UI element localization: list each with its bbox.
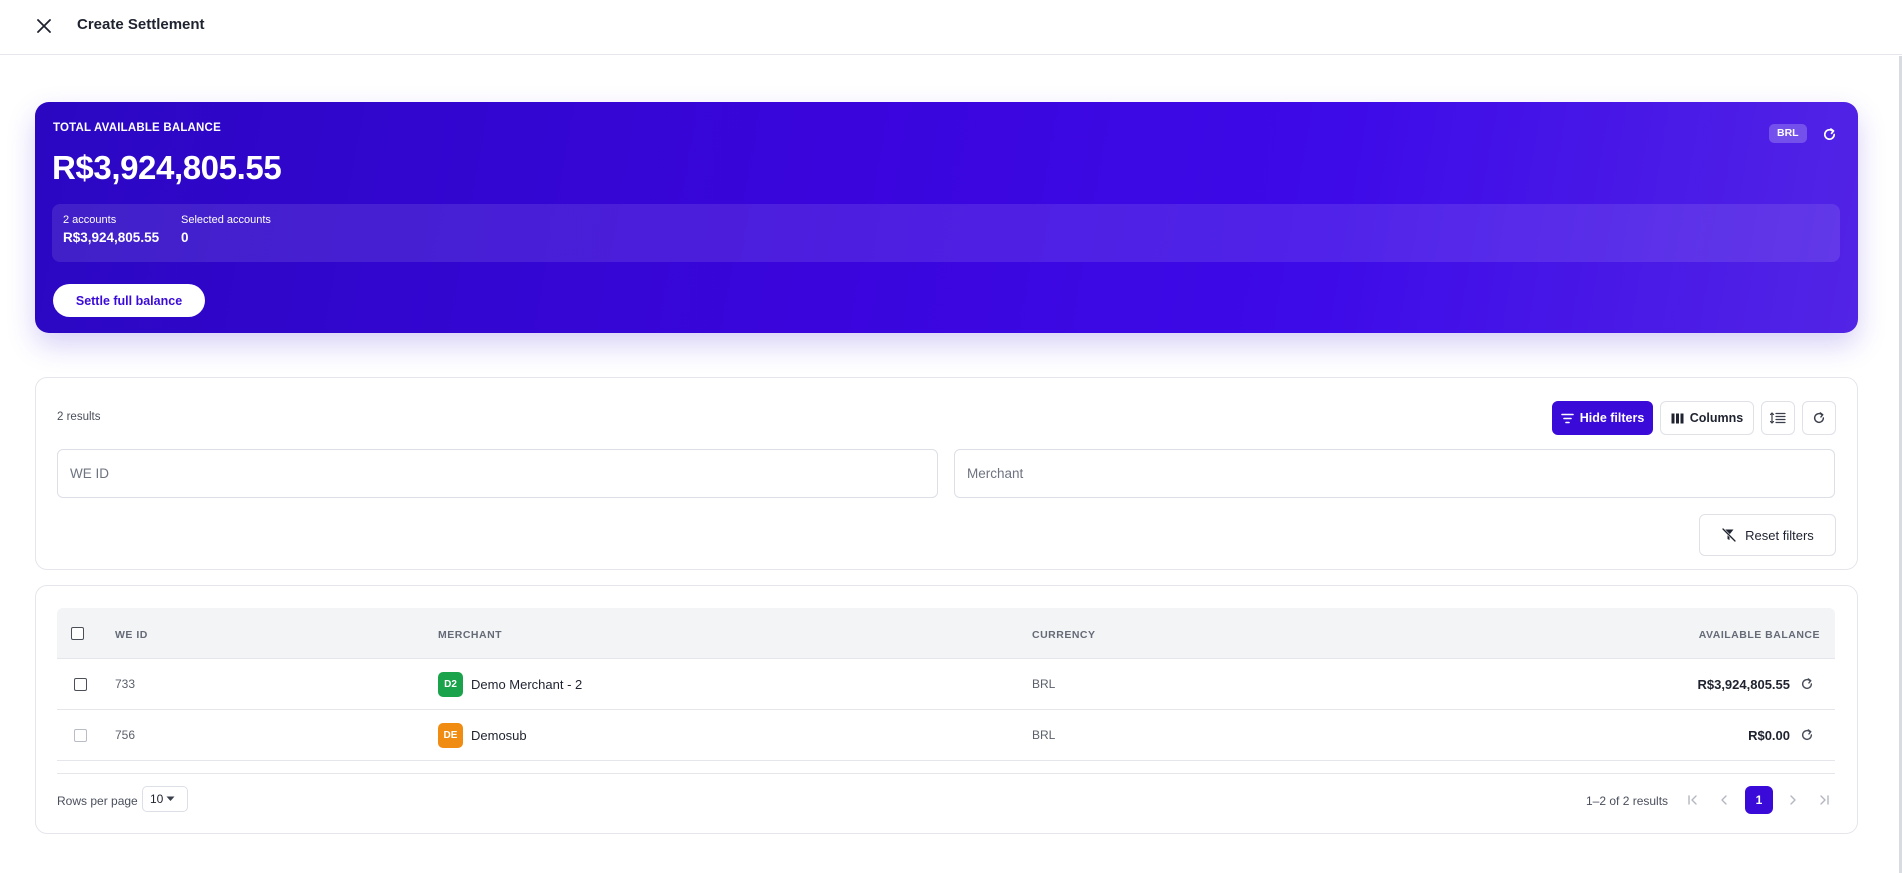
- chevron-left-icon: [1721, 795, 1727, 805]
- page-title: Create Settlement: [77, 16, 205, 33]
- table-row[interactable]: 756 DE Demosub BRL R$0.00: [57, 710, 1835, 761]
- balance-label: TOTAL AVAILABLE BALANCE: [53, 122, 221, 134]
- select-all-checkbox[interactable]: [71, 627, 84, 640]
- row-currency: BRL: [1032, 728, 1056, 742]
- next-page-button[interactable]: [1782, 789, 1804, 811]
- row-we-id: 733: [115, 677, 136, 691]
- table-row[interactable]: 733 D2 Demo Merchant - 2 BRL R$3,924,805…: [57, 659, 1835, 710]
- rows-per-page-select[interactable]: 10: [142, 786, 188, 812]
- table-header: WE ID MERCHANT CURRENCY AVAILABLE BALANC…: [57, 608, 1835, 659]
- balance-summary: 2 accounts R$3,924,805.55 Selected accou…: [52, 204, 1840, 262]
- columns-label: Columns: [1689, 411, 1744, 425]
- reset-filters-label: Reset filters: [1745, 527, 1814, 543]
- column-header-merchant[interactable]: MERCHANT: [438, 629, 502, 641]
- balance-card: TOTAL AVAILABLE BALANCE R$3,924,805.55 B…: [35, 102, 1858, 333]
- selected-summary: Selected accounts 0: [181, 214, 271, 245]
- settle-full-balance-button[interactable]: Settle full balance: [53, 284, 205, 317]
- row-available-balance: R$0.00: [1748, 728, 1790, 743]
- balance-amount: R$3,924,805.55: [52, 149, 282, 186]
- chevron-right-icon: [1790, 795, 1796, 805]
- first-page-button[interactable]: [1682, 789, 1704, 811]
- rows-per-page-value: 10: [150, 792, 164, 806]
- columns-icon: [1671, 413, 1684, 423]
- column-header-currency[interactable]: CURRENCY: [1032, 629, 1096, 641]
- merchant-filter-input[interactable]: [954, 449, 1835, 498]
- refresh-icon: [1801, 678, 1813, 690]
- close-icon: [37, 19, 51, 33]
- accounts-label: 2 accounts: [63, 214, 117, 226]
- rows-per-page-label: Rows per page: [57, 794, 138, 808]
- previous-page-button[interactable]: [1713, 789, 1735, 811]
- reset-filters-button[interactable]: Reset filters: [1699, 514, 1836, 556]
- last-page-button[interactable]: [1813, 789, 1835, 811]
- row-we-id: 756: [115, 728, 136, 742]
- hide-filters-label: Hide filters: [1579, 411, 1645, 425]
- merchant-avatar: DE: [438, 723, 463, 748]
- row-currency: BRL: [1032, 677, 1056, 691]
- density-icon: [1770, 412, 1786, 424]
- chevron-down-icon: [166, 796, 175, 801]
- filter-off-icon: [1721, 528, 1737, 542]
- filter-icon: [1560, 413, 1574, 423]
- current-page-button[interactable]: 1: [1745, 786, 1773, 814]
- table-panel: WE ID MERCHANT CURRENCY AVAILABLE BALANC…: [35, 585, 1858, 834]
- column-header-available-balance[interactable]: AVAILABLE BALANCE: [1699, 629, 1820, 641]
- currency-badge: BRL: [1769, 124, 1807, 143]
- table-divider: [57, 773, 1835, 774]
- page-range: 1–2 of 2 results: [1586, 794, 1669, 808]
- results-count: 2 results: [57, 411, 101, 423]
- refresh-icon: [1801, 729, 1813, 741]
- selected-label: Selected accounts: [181, 214, 271, 226]
- refresh-icon: [1823, 127, 1835, 140]
- row-checkbox[interactable]: [74, 678, 87, 691]
- selected-value: 0: [181, 230, 189, 245]
- row-refresh-button[interactable]: [1799, 727, 1815, 743]
- row-checkbox[interactable]: [74, 729, 87, 742]
- we-id-filter-input[interactable]: [57, 449, 938, 498]
- close-button[interactable]: [33, 15, 55, 37]
- hide-filters-button[interactable]: Hide filters: [1552, 401, 1653, 435]
- row-refresh-button[interactable]: [1799, 676, 1815, 692]
- column-header-we-id[interactable]: WE ID: [115, 629, 148, 641]
- accounts-value: R$3,924,805.55: [63, 230, 160, 245]
- density-button[interactable]: [1761, 401, 1795, 435]
- row-merchant: Demosub: [471, 728, 527, 743]
- balance-refresh-button[interactable]: [1819, 124, 1839, 144]
- filter-panel: 2 results Hide filters Columns WE ID Mer…: [35, 377, 1858, 570]
- merchant-avatar: D2: [438, 672, 463, 697]
- columns-button[interactable]: Columns: [1660, 401, 1754, 435]
- refresh-icon: [1813, 412, 1825, 424]
- last-page-icon: [1820, 795, 1829, 805]
- table-footer: Rows per page 10 1–2 of 2 results 1: [36, 786, 1857, 826]
- accounts-summary: 2 accounts R$3,924,805.55: [63, 214, 159, 245]
- row-available-balance: R$3,924,805.55: [1697, 677, 1790, 692]
- top-bar: Create Settlement: [0, 0, 1902, 55]
- refresh-table-button[interactable]: [1802, 401, 1836, 435]
- first-page-icon: [1688, 795, 1697, 805]
- row-merchant: Demo Merchant - 2: [471, 677, 583, 692]
